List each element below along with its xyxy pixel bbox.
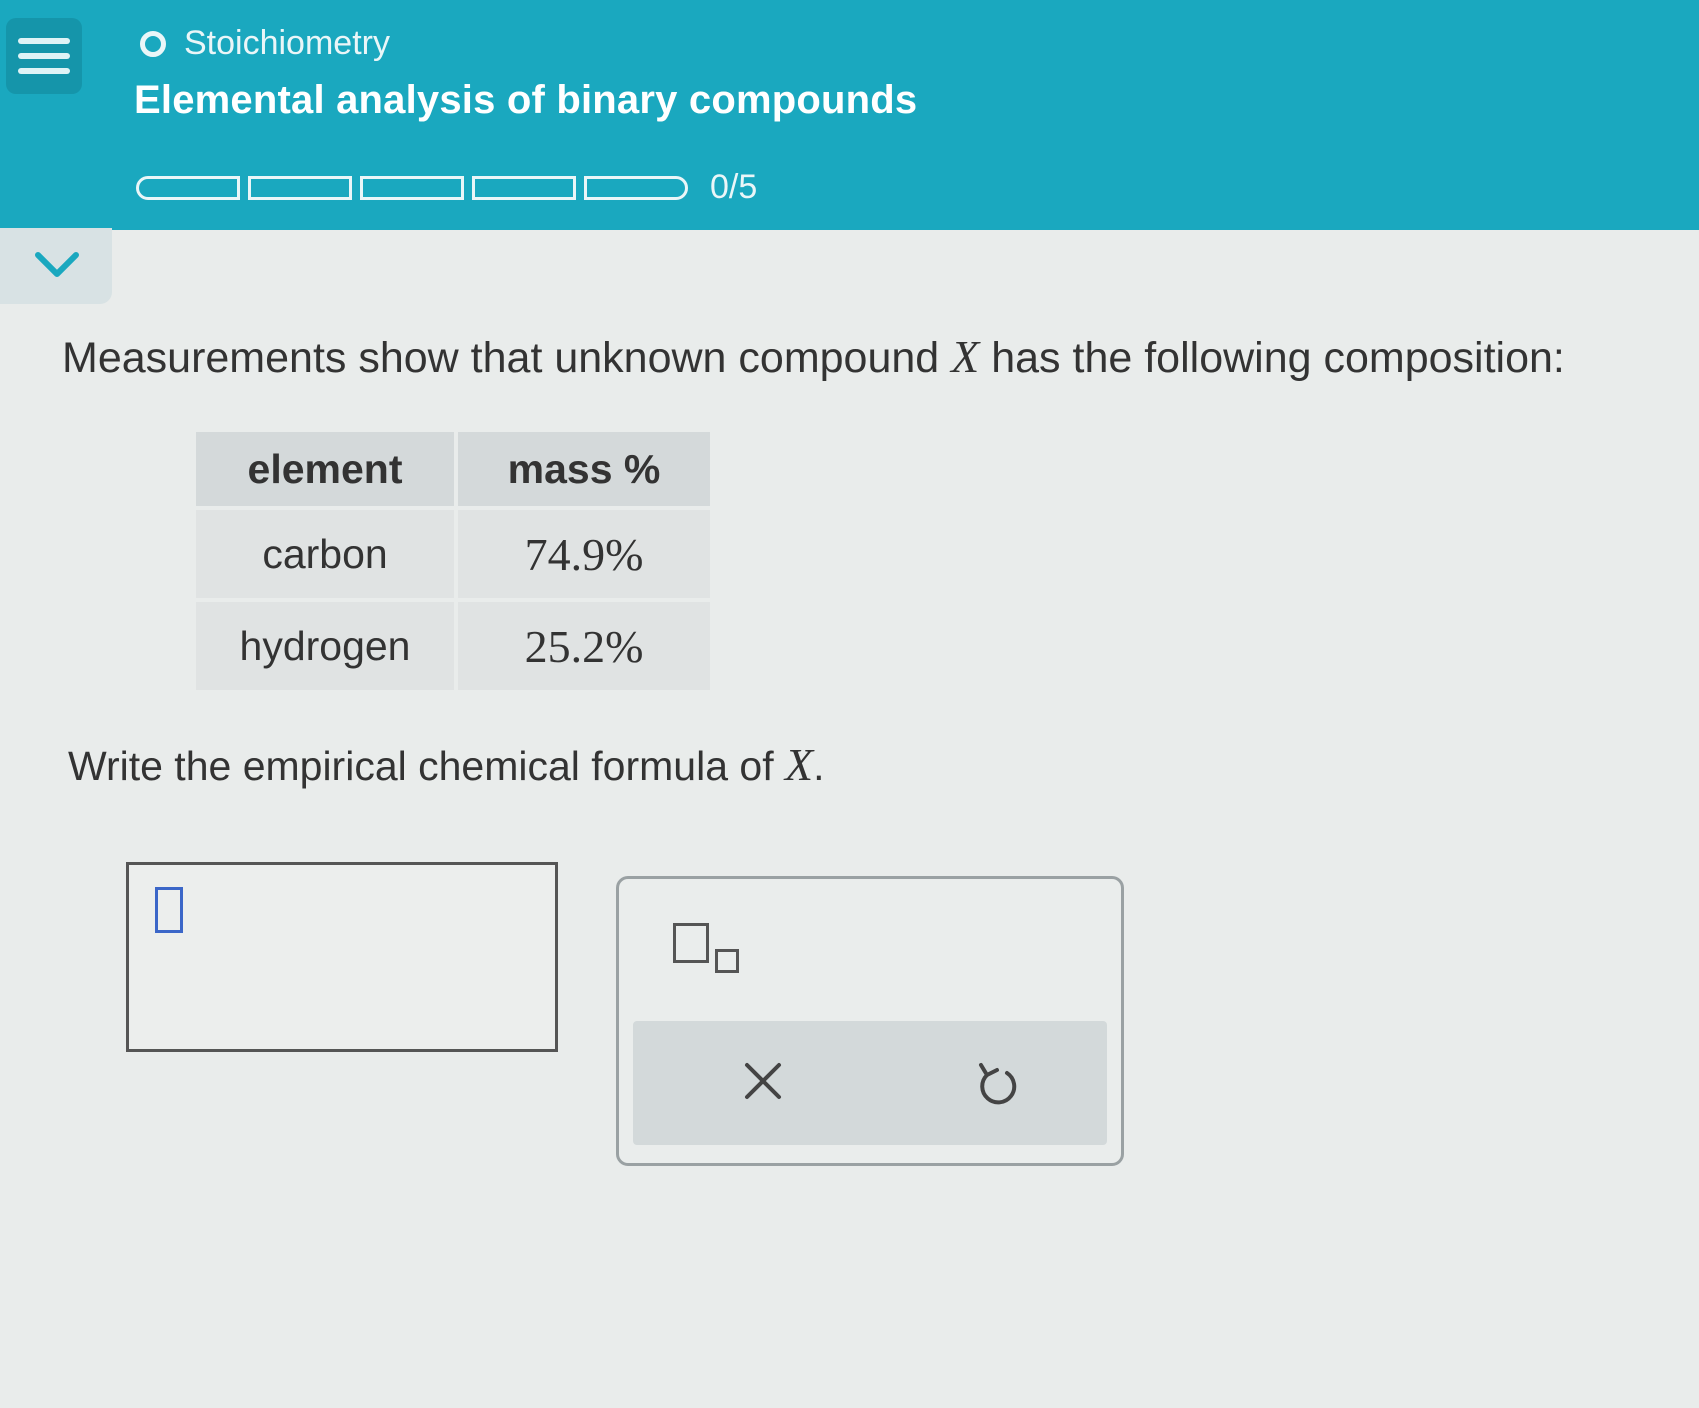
topic-label: Stoichiometry — [184, 24, 390, 62]
mass-percent-cell: 25.2% — [458, 602, 710, 690]
table-row: hydrogen 25.2% — [196, 602, 710, 690]
subscript-button[interactable] — [673, 923, 753, 983]
progress-segment — [584, 175, 688, 200]
column-header: mass % — [458, 432, 710, 506]
composition-table: element mass % carbon 74.9% hydrogen 25.… — [192, 428, 714, 694]
column-header: element — [196, 432, 454, 506]
header-bar: Stoichiometry Elemental analysis of bina… — [0, 0, 1699, 230]
table-row: carbon 74.9% — [196, 510, 710, 598]
topic-circle-icon — [140, 30, 166, 57]
variable-x: X — [784, 739, 814, 790]
element-cell: hydrogen — [196, 602, 454, 690]
subscript-icon — [673, 923, 709, 963]
chevron-down-icon — [35, 252, 79, 277]
topic-row: Stoichiometry — [140, 24, 390, 63]
mass-percent-cell: 74.9% — [458, 510, 710, 598]
progress-segment — [360, 175, 464, 200]
action-bar — [633, 1021, 1107, 1145]
prompt-text: Write the empirical chemical formula of … — [68, 739, 825, 790]
progress-count: 0/5 — [710, 168, 758, 206]
menu-icon — [18, 38, 70, 44]
formula-toolbox — [616, 876, 1124, 1166]
undo-icon — [979, 1063, 1017, 1105]
element-cell: carbon — [196, 510, 454, 598]
formula-answer-input[interactable] — [126, 862, 558, 1052]
progress-segment — [136, 175, 240, 200]
question-text: Measurements show that unknown compound … — [62, 331, 1565, 382]
close-icon — [745, 1063, 781, 1099]
variable-x: X — [951, 331, 980, 382]
progress-bar: 0/5 — [136, 168, 757, 207]
table-header-row: element mass % — [196, 432, 710, 506]
progress-segment — [248, 175, 352, 200]
menu-button[interactable] — [6, 18, 82, 94]
page-title: Elemental analysis of binary compounds — [134, 78, 918, 122]
progress-segment — [472, 175, 576, 200]
collapse-toggle[interactable] — [0, 228, 112, 304]
input-placeholder-box[interactable] — [155, 887, 183, 933]
undo-button[interactable] — [967, 1053, 1027, 1113]
clear-button[interactable] — [733, 1051, 793, 1111]
